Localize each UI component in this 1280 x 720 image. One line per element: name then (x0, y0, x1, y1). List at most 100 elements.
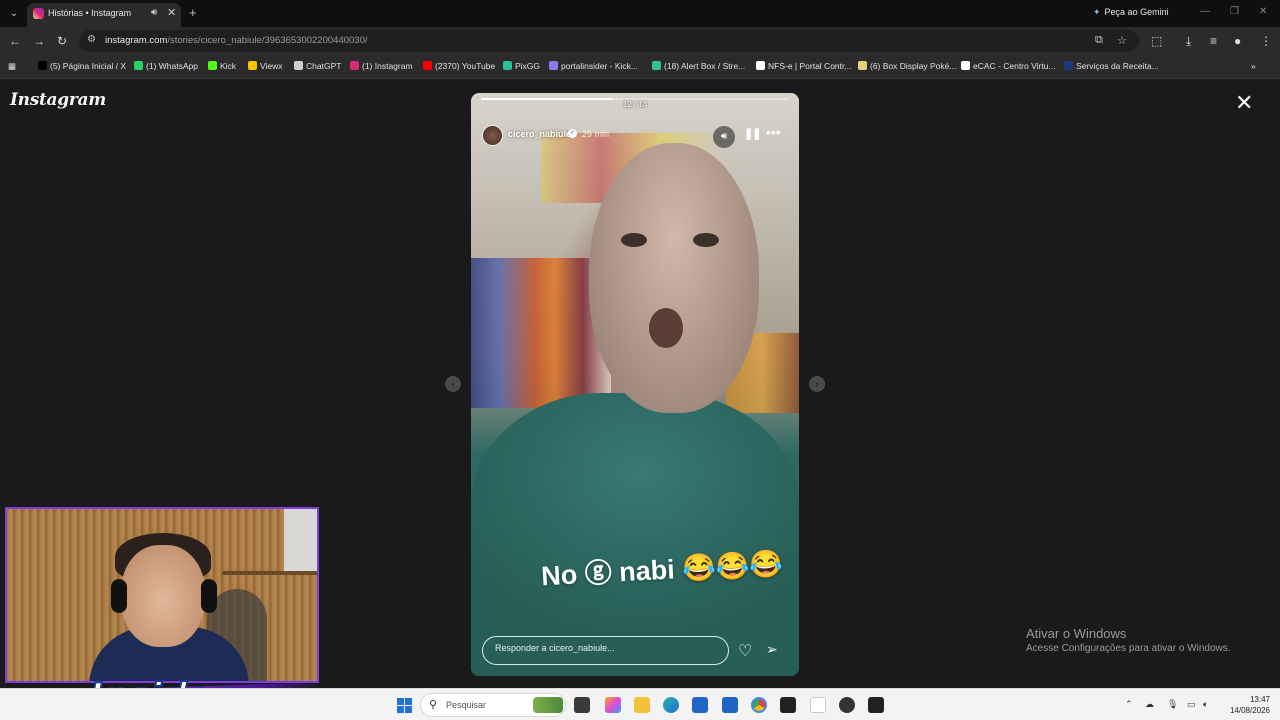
verified-badge-icon: ✓ (568, 129, 577, 138)
extensions-icon[interactable]: ⬚ (1151, 34, 1162, 48)
display-icon[interactable]: ▭ (1187, 699, 1196, 710)
chrome-icon[interactable] (751, 697, 767, 713)
like-heart-icon[interactable]: ♡ (738, 641, 752, 661)
outlook-icon[interactable] (722, 697, 738, 713)
capcut-icon-2[interactable] (868, 697, 884, 713)
bookmark-favicon-icon (549, 61, 558, 70)
taskbar-search-placeholder: Pesquisar (446, 700, 487, 710)
webcam-background-shelf (222, 571, 317, 575)
more-options-icon[interactable]: ••• (766, 124, 781, 140)
bookmark-favicon-icon (858, 61, 867, 70)
close-story-icon[interactable]: ✕ (1235, 92, 1253, 114)
download-icon[interactable]: ⤓ (1186, 34, 1191, 49)
bookmark-label: (1) WhatsApp (146, 61, 198, 71)
tab-audio-icon[interactable]: 🔊︎ (151, 7, 157, 18)
previous-story-icon[interactable]: ‹ (445, 376, 461, 392)
gemini-button[interactable]: ✦ Peça ao Gemini (1093, 7, 1169, 18)
install-app-icon[interactable]: ⧉ (1095, 34, 1103, 47)
back-arrow-icon[interactable]: ← (9, 34, 21, 48)
bookmark-item[interactable]: Serviços da Receita... (1064, 61, 1159, 71)
bookmark-favicon-icon (294, 61, 303, 70)
minimize-icon[interactable]: — (1200, 6, 1210, 17)
bookmark-label: portalinsider - Kick... (561, 61, 638, 71)
instagram-logo[interactable]: Instagram (10, 90, 106, 110)
pause-icon[interactable]: ❚❚ (744, 127, 761, 140)
window-close-icon[interactable]: ✕ (1259, 6, 1267, 17)
obs-icon[interactable] (839, 697, 855, 713)
microphone-icon[interactable]: 🎙︎ (1167, 699, 1178, 710)
bookmark-item[interactable]: (18) Alert Box / Stre... (652, 61, 745, 71)
tab-close-icon[interactable]: ✕ (167, 6, 176, 19)
chrome-menu-icon[interactable]: ⋮ (1260, 34, 1272, 48)
windows-start-icon[interactable] (397, 698, 412, 713)
bookmark-item[interactable]: Viewx (248, 61, 283, 71)
store-icon[interactable] (692, 697, 708, 713)
notepad-icon[interactable] (810, 697, 826, 713)
file-explorer-icon[interactable] (634, 697, 650, 713)
bookmark-item[interactable]: Kick (208, 61, 236, 71)
bookmark-label: (2370) YouTube (435, 61, 496, 71)
browser-toolbar: ← → ↻ ⚙ instagram.com/stories/cicero_nab… (0, 27, 1280, 55)
bookmark-item[interactable]: (2370) YouTube (423, 61, 495, 71)
edge-icon[interactable] (663, 697, 679, 713)
bookmark-item[interactable]: (5) Página Inicial / X (38, 61, 126, 71)
windows-taskbar: ⚲ Pesquisar ⌃ ☁ 🎙︎ ▭ 🔈︎ 13:47 14/08/2026 (0, 688, 1280, 720)
bookmark-item[interactable]: NFS-e | Portal Contr... (756, 61, 851, 71)
next-story-icon[interactable]: › (809, 376, 825, 392)
bookmark-label: PixGG (515, 61, 541, 71)
bookmark-item[interactable]: (1) WhatsApp (134, 61, 198, 71)
forward-arrow-icon[interactable]: → (33, 34, 45, 48)
address-bar[interactable]: ⚙ instagram.com/stories/cicero_nabiule/3… (79, 30, 1139, 52)
capcut-icon[interactable] (780, 697, 796, 713)
copilot-icon[interactable] (605, 697, 621, 713)
bookmark-label: (5) Página Inicial / X (50, 61, 127, 71)
bookmark-favicon-icon (423, 61, 432, 70)
media-controls-icon[interactable]: ≡ (1210, 34, 1217, 48)
tab-search-chevron-icon[interactable]: ⌄ (6, 6, 22, 22)
bookmark-label: eCAC - Centro Virtu... (973, 61, 1056, 71)
bookmark-item[interactable]: (6) Box Display Poké... (858, 61, 956, 71)
instagram-favicon-icon (33, 8, 44, 19)
speaker-icon[interactable]: 🔈︎ (1203, 699, 1208, 710)
url-host: instagram.com (105, 35, 168, 46)
task-view-icon[interactable] (574, 697, 590, 713)
restore-icon[interactable]: ❐ (1230, 6, 1239, 17)
bookmark-item[interactable]: (1) Instagram (350, 61, 413, 71)
search-icon: ⚲ (429, 699, 438, 711)
more-bookmarks-icon[interactable]: » (1251, 61, 1256, 71)
bookmark-favicon-icon (1064, 61, 1073, 70)
site-info-icon[interactable]: ⚙ (87, 34, 96, 45)
browser-tab-active[interactable]: Histórias • Instagram 🔊︎ ✕ (27, 3, 181, 27)
bookmark-item[interactable]: portalinsider - Kick... (549, 61, 638, 71)
reply-input[interactable] (495, 643, 715, 653)
reply-field[interactable] (482, 636, 729, 665)
bookmark-item[interactable]: eCAC - Centro Virtu... (961, 61, 1056, 71)
taskbar-clock[interactable]: 13:47 14/08/2026 (1222, 694, 1270, 716)
activate-windows-title: Ativar o Windows (1026, 626, 1127, 641)
url-text[interactable]: instagram.com/stories/cicero_nabiule/396… (105, 35, 368, 46)
reload-icon[interactable]: ↻ (57, 34, 67, 48)
bookmark-label: NFS-e | Portal Contr... (768, 61, 852, 71)
new-tab-icon[interactable]: + (189, 5, 197, 20)
share-send-icon[interactable]: ➢ (766, 641, 778, 658)
bookmark-item[interactable]: PixGG (503, 61, 540, 71)
volume-icon[interactable]: 🔊︎ (713, 126, 735, 148)
story-person-eye (621, 233, 647, 247)
webcam-person-face (121, 545, 205, 647)
bookmark-favicon-icon (652, 61, 661, 70)
author-username[interactable]: cicero_nabiule (508, 129, 571, 139)
story-person-eye (693, 233, 719, 247)
story-viewer[interactable]: 12 / 14 cicero_nabiule ✓ 29 min 🔊︎ ❚❚ ••… (471, 93, 799, 676)
profile-avatar-icon[interactable]: ● (1234, 34, 1241, 48)
bookmark-item[interactable]: ChatGPT (294, 61, 341, 71)
bookmark-label: (1) Instagram (362, 61, 413, 71)
tray-network-app-icon[interactable]: ☁ (1145, 699, 1154, 710)
search-highlight-image (533, 697, 563, 713)
story-person-mouth (649, 308, 683, 348)
bookmark-favicon-icon (756, 61, 765, 70)
bookmark-star-icon[interactable]: ☆ (1117, 34, 1127, 47)
tray-overflow-icon[interactable]: ⌃ (1125, 699, 1133, 710)
taskbar-search[interactable]: ⚲ Pesquisar (420, 693, 566, 717)
apps-grid-icon[interactable]: ▦ (8, 61, 16, 72)
author-avatar[interactable] (482, 125, 503, 146)
